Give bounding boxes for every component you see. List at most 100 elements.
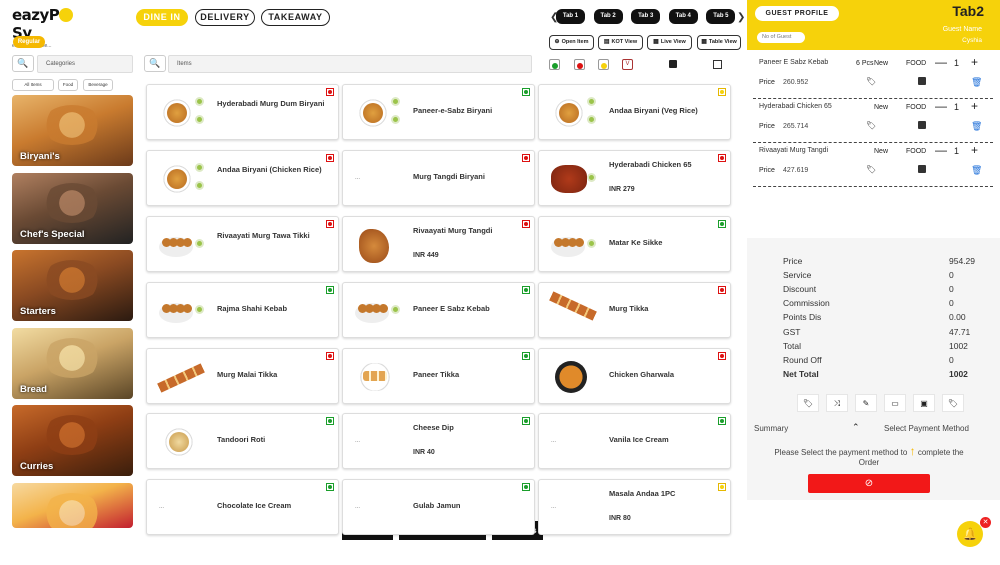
item-card[interactable]: Paneer E Sabz Kebab: [342, 282, 535, 338]
tab-3[interactable]: Tab 3: [631, 9, 661, 24]
tab-scroll-right-icon[interactable]: ❯: [737, 12, 745, 23]
edit-icon-button[interactable]: ✎: [855, 394, 877, 412]
item-card[interactable]: Rivaayati Murg Tawa Tikki: [146, 216, 339, 272]
tab-5[interactable]: Tab 5: [706, 9, 736, 24]
tab-2[interactable]: Tab 2: [593, 9, 623, 24]
bell-icon[interactable]: 🔔: [957, 521, 983, 547]
category-image: [42, 415, 102, 455]
tab-4[interactable]: Tab 4: [668, 9, 698, 24]
item-card[interactable]: Murg Malai Tikka: [146, 348, 339, 404]
increase-qty-button[interactable]: +: [971, 99, 978, 113]
option-live-view-button[interactable]: ▦ Live View: [647, 35, 692, 50]
payment-method-label[interactable]: Select Payment Method: [884, 424, 969, 433]
item-card[interactable]: Rajma Shahi Kebab: [146, 282, 339, 338]
item-card[interactable]: Murg Tikka: [538, 282, 731, 338]
category-search-button[interactable]: 🔍: [12, 55, 34, 72]
total-value: 0: [949, 354, 954, 365]
vegan-filter[interactable]: V: [622, 59, 633, 70]
order-item-name: Paneer E Sabz Kebab: [759, 59, 829, 66]
tablet-icon-button[interactable]: ▣: [913, 394, 935, 412]
item-price: INR 40: [413, 449, 435, 456]
decrease-qty-button[interactable]: —: [935, 143, 947, 157]
item-card[interactable]: ... Vanila Ice Cream: [538, 413, 731, 469]
mode-dine-in-button[interactable]: DINE IN: [136, 9, 188, 26]
mode-delivery-button[interactable]: DELIVERY: [195, 9, 255, 26]
item-card[interactable]: Paneer-e-Sabz Biryani: [342, 84, 535, 140]
tab-1[interactable]: Tab 1: [556, 9, 585, 24]
item-card[interactable]: Chicken Gharwala: [538, 348, 731, 404]
item-card[interactable]: Andaa Biryani (Chicken Rice): [146, 150, 339, 206]
trash-icon[interactable]: 🗑: [971, 165, 982, 176]
chip-all-items[interactable]: All Items: [12, 79, 54, 91]
tier-badge: Regular: [13, 36, 45, 48]
item-name: Andaa Biryani (Veg Rice): [609, 106, 698, 115]
category-3[interactable]: Starters: [12, 250, 133, 321]
total-value: 1002: [949, 368, 968, 379]
decrease-qty-button[interactable]: —: [935, 99, 947, 113]
item-card[interactable]: ... Chocolate Ice Cream: [146, 479, 339, 535]
note-icon[interactable]: [918, 165, 926, 173]
option-table-view-button[interactable]: ▦ Table View: [697, 35, 741, 50]
veg-indicator-icon: [522, 352, 530, 360]
guest-profile-button[interactable]: GUEST PROFILE: [755, 6, 839, 21]
discount-icon-button[interactable]: 🏷: [942, 394, 964, 412]
table-icon: ▦: [701, 39, 707, 45]
note-icon[interactable]: [918, 121, 926, 129]
grid-view-icon[interactable]: [669, 60, 677, 68]
close-icon[interactable]: ✕: [980, 517, 991, 528]
trash-icon[interactable]: 🗑: [971, 121, 982, 132]
note-icon[interactable]: [918, 77, 926, 85]
nonveg-filter[interactable]: [574, 59, 585, 70]
mode-takeaway-button[interactable]: TAKEAWAY: [261, 9, 330, 26]
live-icon: ▦: [653, 39, 659, 45]
order-item-status: New: [874, 148, 889, 155]
category-4[interactable]: Bread: [12, 327, 133, 399]
tag-icon[interactable]: 🏷: [866, 121, 876, 130]
category-2[interactable]: Chef's Special: [12, 172, 133, 244]
category-1[interactable]: Biryani's: [12, 95, 133, 166]
item-card[interactable]: Tandoori Roti: [146, 413, 339, 469]
tag-icon-button[interactable]: 🏷: [797, 394, 819, 412]
item-card[interactable]: Hyderabadi Chicken 65 INR 279: [538, 150, 731, 206]
card-icon: ▭: [891, 399, 899, 408]
tag-icon[interactable]: 🏷: [866, 77, 876, 86]
veg-filter[interactable]: [549, 59, 560, 70]
guest-count-input[interactable]: No of Guest: [757, 32, 805, 43]
tag-icon[interactable]: 🏷: [866, 165, 876, 174]
item-name: Chicken Gharwala: [609, 370, 675, 379]
item-search-button[interactable]: 🔍: [144, 55, 166, 72]
cancel-order-button[interactable]: ⊘: [808, 474, 930, 493]
item-card[interactable]: ... Cheese Dip INR 40: [342, 413, 535, 469]
item-card[interactable]: ... Gulab Jamun: [342, 479, 535, 535]
option-kot-view-button[interactable]: ▤ KOT View: [598, 35, 643, 50]
increase-qty-button[interactable]: +: [971, 143, 978, 157]
decrease-qty-button[interactable]: —: [935, 55, 947, 69]
increase-qty-button[interactable]: +: [971, 55, 978, 69]
split-icon-button[interactable]: ⤨: [826, 394, 848, 412]
option-open-item-button[interactable]: ⊕ Open Item: [549, 35, 594, 50]
item-card[interactable]: ... Murg Tangdi Biryani: [342, 150, 535, 206]
trash-icon[interactable]: 🗑: [971, 77, 982, 88]
order-price-value: 265.714: [783, 123, 809, 130]
list-view-icon[interactable]: [713, 60, 722, 69]
chip-food[interactable]: Food: [58, 79, 78, 91]
nonveg-indicator-icon: [522, 220, 530, 228]
item-card[interactable]: Andaa Biryani (Veg Rice): [538, 84, 731, 140]
egg-filter[interactable]: [598, 59, 609, 70]
item-card[interactable]: Hyderabadi Murg Dum Biryani: [146, 84, 339, 140]
item-card[interactable]: Matar Ke Sikke: [538, 216, 731, 272]
item-image: [355, 357, 403, 397]
card-icon-button[interactable]: ▭: [884, 394, 906, 412]
summary-toggle[interactable]: Summary: [754, 424, 788, 433]
category-6[interactable]: [12, 482, 133, 528]
chip-beverage[interactable]: Beverage: [83, 79, 113, 91]
veg-indicator-icon: [326, 483, 334, 491]
item-card[interactable]: Rivaayati Murg Tangdi INR 449: [342, 216, 535, 272]
category-search-input[interactable]: Categories: [37, 55, 133, 73]
category-5[interactable]: Curries: [12, 405, 133, 476]
item-card[interactable]: Paneer Tikka: [342, 348, 535, 404]
item-card[interactable]: ... Masala Andaa 1PC INR 80: [538, 479, 731, 535]
chevron-up-icon[interactable]: ⌃: [852, 422, 860, 433]
total-value: 0: [949, 270, 954, 281]
item-search-input[interactable]: Items: [168, 55, 532, 73]
